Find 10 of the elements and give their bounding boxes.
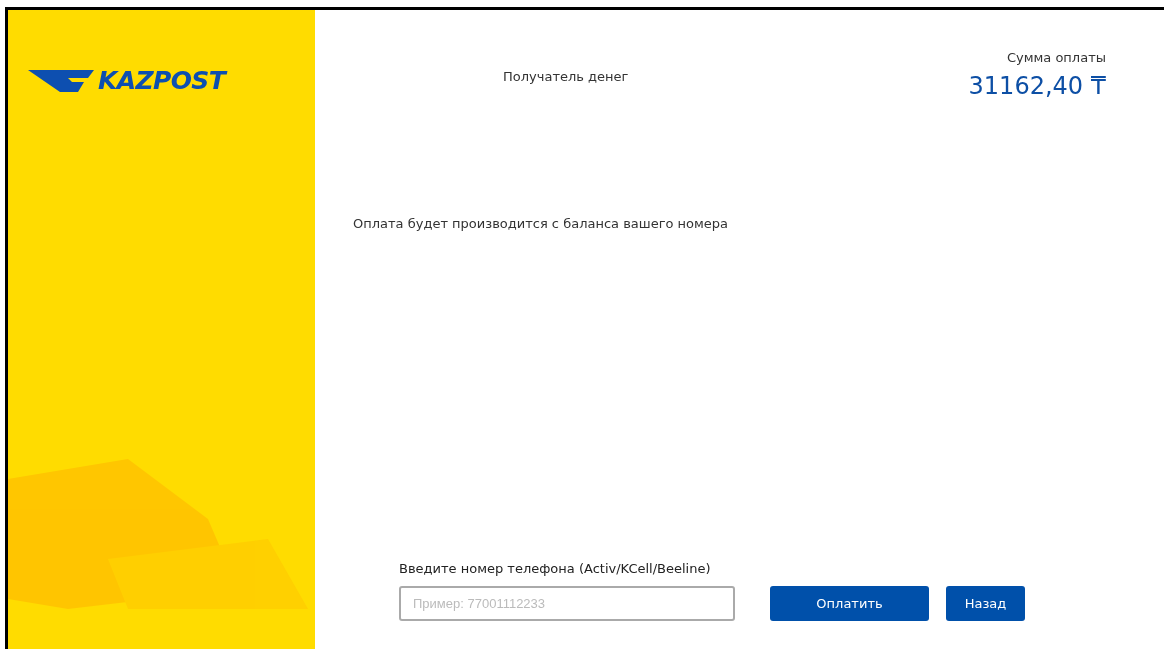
phone-label: Введите номер телефона (Activ/KCell/Beeline) xyxy=(399,559,712,578)
pay-button[interactable]: Оплатить xyxy=(770,586,929,621)
info-message: Оплата будет производится с баланса вашего номера xyxy=(353,214,730,233)
sum-label: Сумма оплаты xyxy=(1006,49,1106,67)
back-button[interactable]: Назад xyxy=(946,586,1025,621)
logo-text: KAZPOST xyxy=(98,65,226,97)
logo-icon xyxy=(28,67,94,94)
recipient-label: Получатель денег xyxy=(503,68,629,86)
sum-value: 31162,40 ₸ xyxy=(968,70,1106,102)
phone-input[interactable]: Пример: 77001112233 xyxy=(399,586,735,621)
